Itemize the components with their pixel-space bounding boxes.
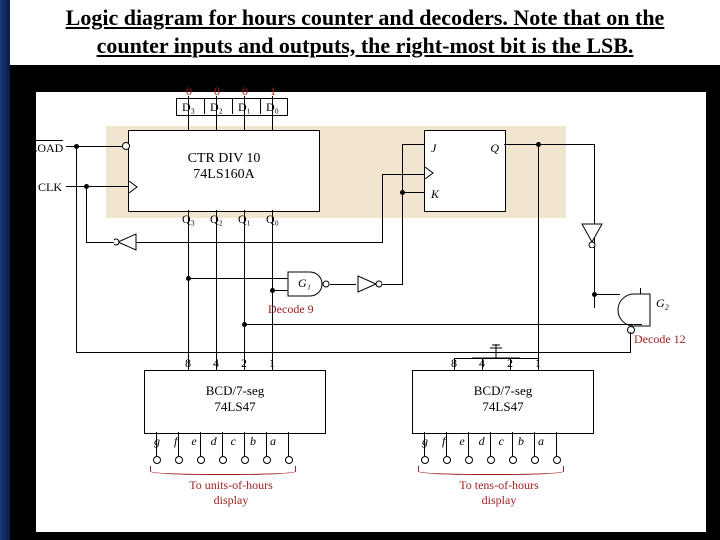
preset-d1: 0 [242,84,248,99]
decoder-units: BCD/7-seg 74LS47 [144,370,326,434]
units-caption: To units-of-hours display [176,478,286,508]
w1-tens: 1 [535,356,541,371]
q0-label: Q₀ [266,212,279,227]
jk-flipflop: J K Q [424,130,506,212]
g1-label: G₁ [298,276,311,291]
w8-units: 8 [185,356,191,371]
decode9-label: Decode 9 [268,302,314,317]
preset-d2: 0 [214,84,220,99]
inverter-icon [580,222,606,248]
load-label: LOAD [30,140,63,156]
w4-tens: 4 [479,356,485,371]
preset-d3: 0 [186,84,192,99]
logic-diagram: 0 0 0 1 D₃ D₂ D₁ D₀ CTR DIV 10 74LS160A … [36,92,706,532]
w2-units: 2 [241,356,247,371]
decode12-label: Decode 12 [634,332,686,347]
w4-units: 4 [213,356,219,371]
w8-tens: 8 [451,356,457,371]
inverter-icon [114,232,140,252]
preset-d0: 1 [270,84,276,99]
decoder-tens: BCD/7-seg 74LS47 [412,370,594,434]
q3-label: Q₃ [182,212,195,227]
tens-caption: To tens-of-hours display [444,478,554,508]
w2-tens: 2 [507,356,513,371]
g2-label: G₂ [656,296,669,311]
w1-units: 1 [269,356,275,371]
inverter-icon [356,274,382,294]
counter-74ls160a: CTR DIV 10 74LS160A [128,130,320,212]
q2-label: Q₂ [210,212,223,227]
page-title: Logic diagram for hours counter and deco… [10,0,720,65]
clk-label: CLK [38,180,62,195]
q1-label: Q₁ [238,212,251,227]
